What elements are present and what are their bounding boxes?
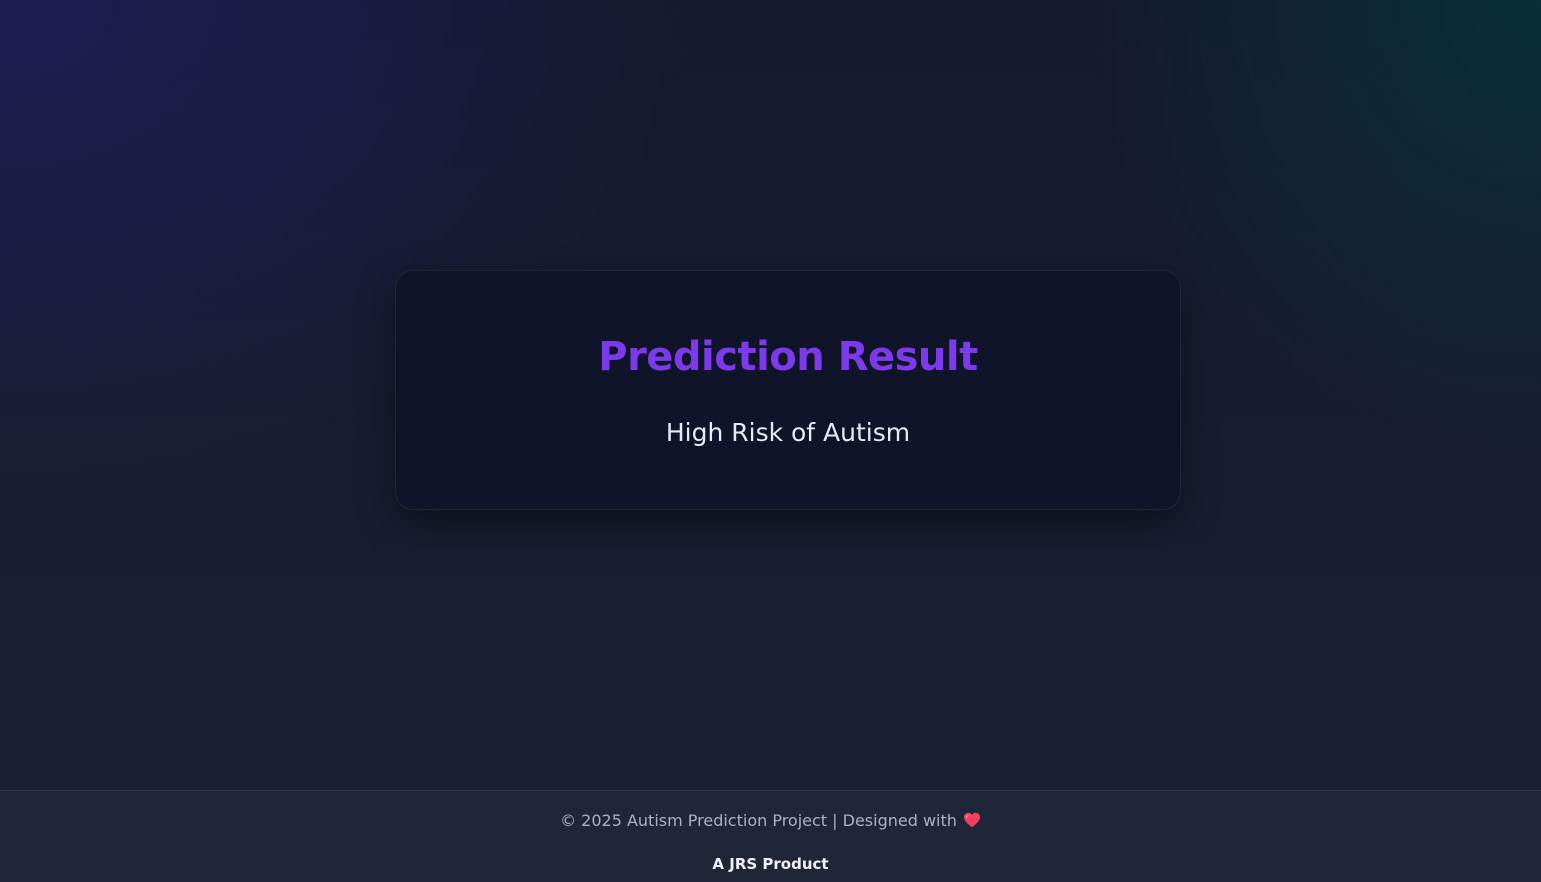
footer-brand: A JRS Product [712,855,829,873]
prediction-result-text: High Risk of Autism [665,418,911,447]
footer-copyright-line: © 2025 Autism Prediction Project | Desig… [0,810,1541,832]
page-title: Prediction Result [598,334,978,380]
footer-copyright-text: © 2025 Autism Prediction Project | Desig… [560,811,957,830]
prediction-result-card: Prediction Result High Risk of Autism [395,270,1181,510]
heart-icon [963,812,981,828]
footer: © 2025 Autism Prediction Project | Desig… [0,790,1541,882]
main-content: Prediction Result High Risk of Autism [0,0,1541,790]
